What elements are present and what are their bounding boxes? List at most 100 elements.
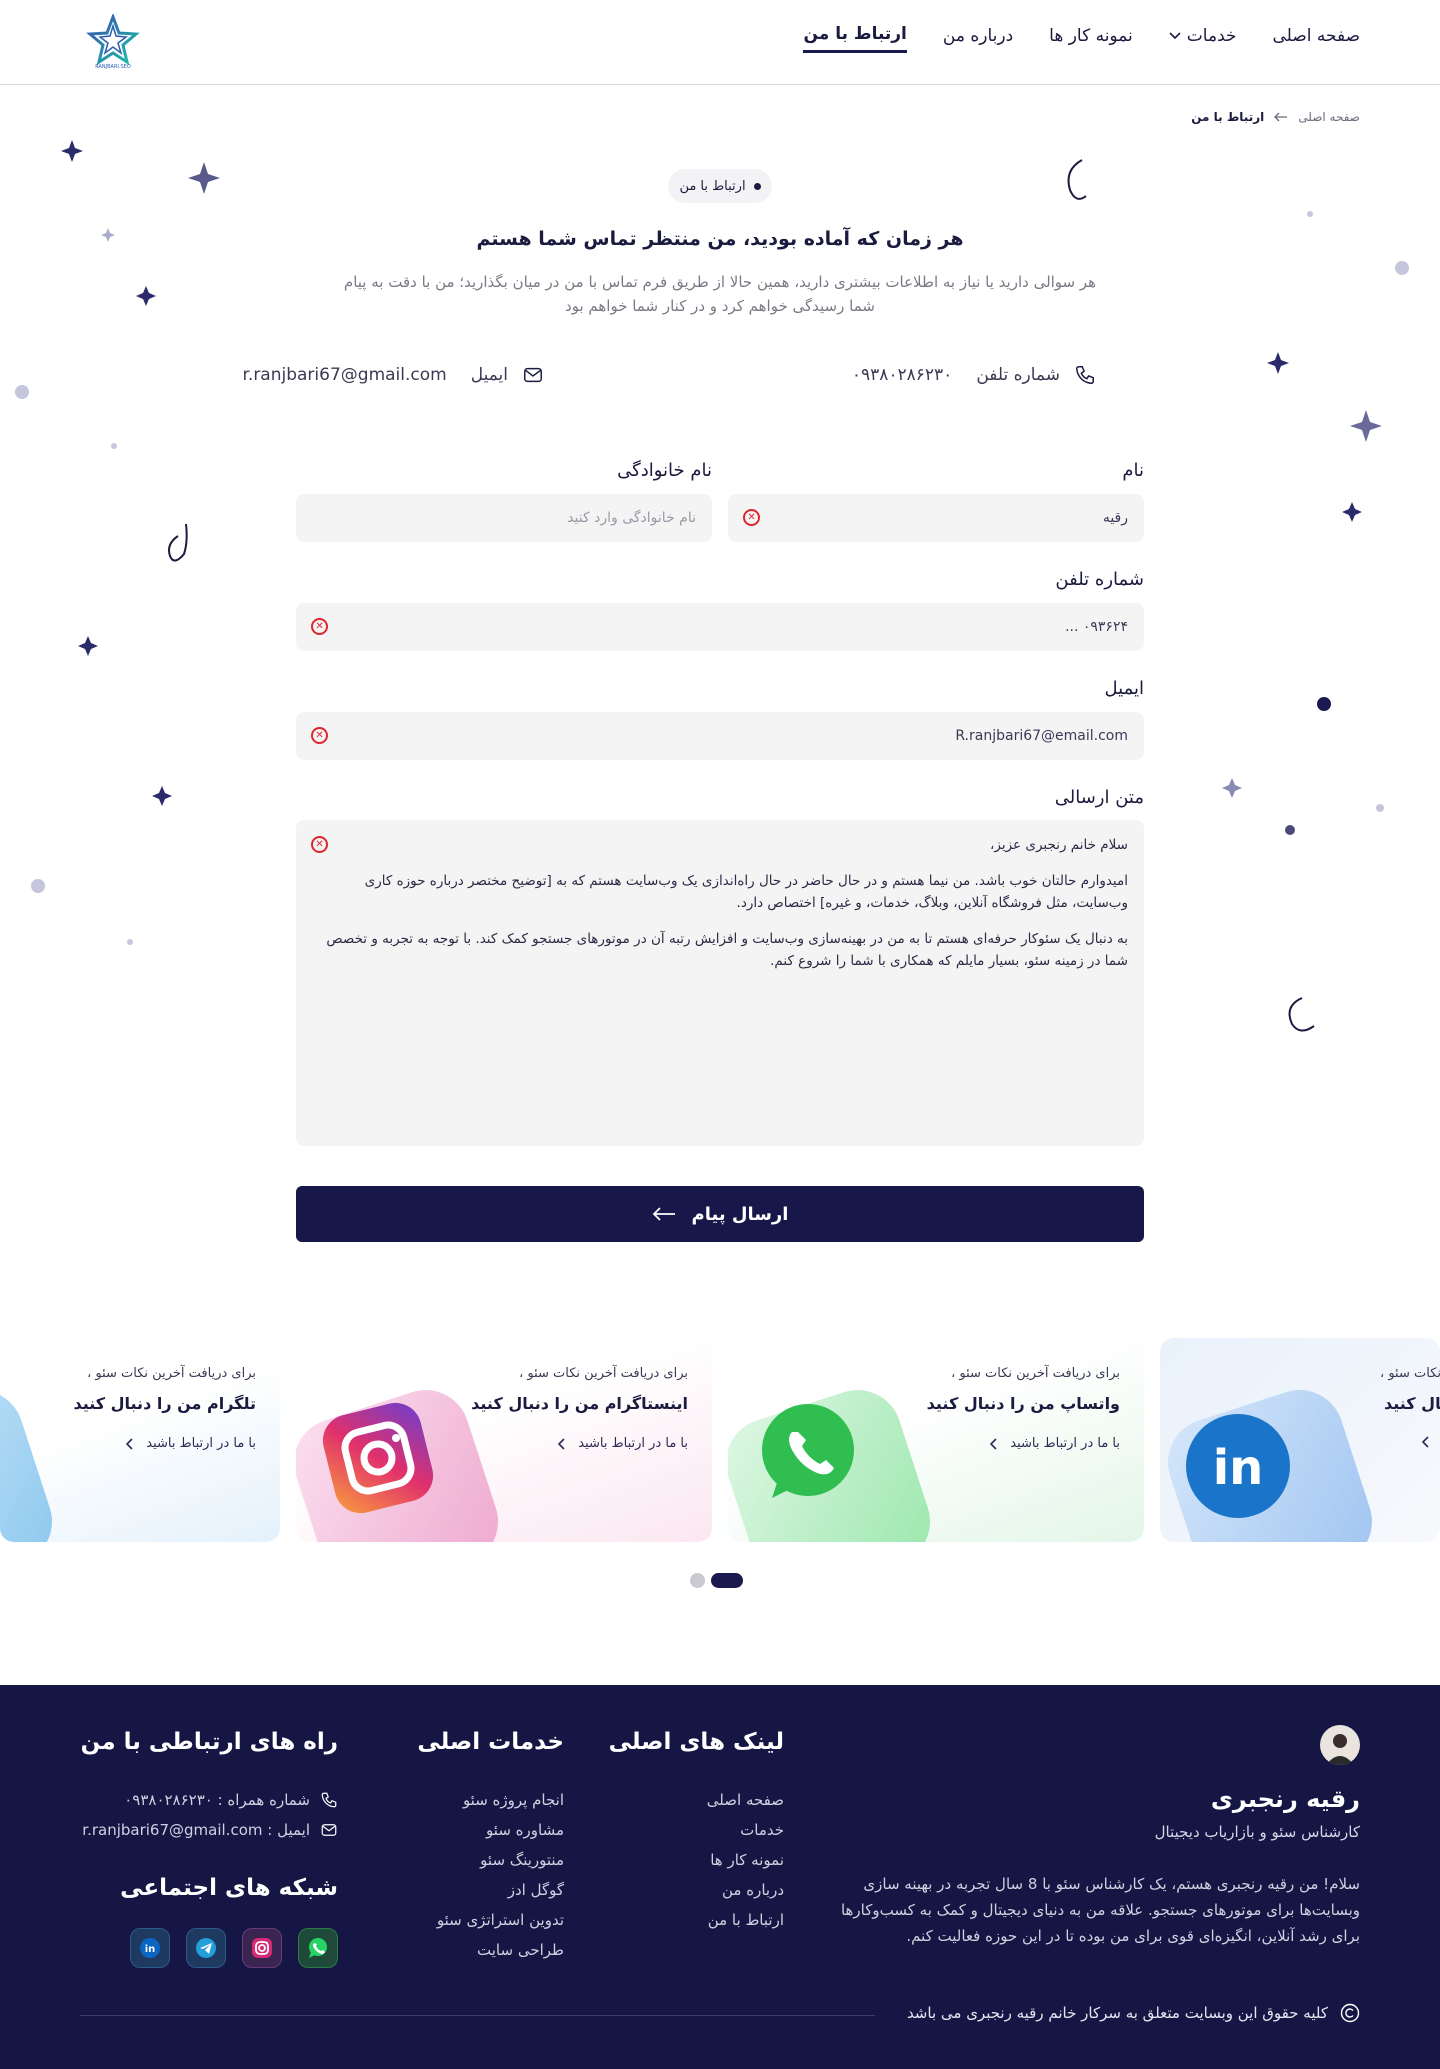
footer-phone-text: شماره همراه : ۰۹۳۸۰۲۸۶۲۳۰ [124,1791,310,1809]
footer-linkedin-button[interactable]: in [130,1928,170,1968]
first-name-label: نام [1122,460,1144,481]
copyright-icon [1340,2003,1360,2023]
card-small-text: برای دریافت آخرین نکات سئو ، [87,1366,256,1381]
instagram-icon [252,1938,272,1958]
phone-icon [1076,366,1094,384]
card-link-label: با ما در ارتباط باشید [146,1436,256,1451]
card-title: اینستاگرام من را دنبال کنید [471,1394,688,1413]
contact-email[interactable]: ایمیل r.ranjbari67@gmail.com [242,364,544,386]
section-pill: ارتباط با من [668,169,772,203]
social-card-linkedin[interactable]: in برای دریافت آخرین نکات سئو ، لینکدین … [1160,1338,1440,1542]
site-header: صفحه اصلی خدمات نمونه کار ها درباره من ا… [0,0,1440,85]
message-textarea[interactable]: سلام خانم رنجبری عزیز، امیدوارم حالتان خ… [296,820,1144,1146]
site-footer: رقیه رنجبری کارشناس سئو و بازاریاب دیجیت… [0,1685,1440,2069]
arrow-left-icon [652,1207,675,1221]
contact-email-label: ایمیل [470,365,508,385]
nav-about[interactable]: درباره من [943,26,1013,52]
message-label: متن ارسالی [1054,787,1144,808]
footer-link[interactable]: خدمات [740,1821,784,1839]
site-logo[interactable]: RANJBARI.SEO [86,12,140,70]
whatsapp-icon [309,1938,327,1958]
contact-phone[interactable]: شماره تلفن ۰۹۳۸۰۲۸۶۲۳۰ [852,364,1096,386]
page-title: هر زمان که آماده بودید، من منتظر تماس شم… [476,228,964,250]
instagram-icon [322,1402,434,1514]
last-name-input[interactable]: نام خانوادگی وارد کنید [296,494,712,542]
card-link[interactable]: با ما در ارتباط باشید [990,1436,1120,1451]
footer-bio: سلام! من رقیه رنجبری هستم، یک کارشناس سئ… [840,1875,1360,1945]
footer-email-text: ایمیل : r.ranjbari67@gmail.com [82,1821,310,1839]
footer-link[interactable]: صفحه اصلی [707,1791,784,1809]
social-card-telegram[interactable]: برای دریافت آخرین نکات سئو ، تلگرام من ر… [0,1338,280,1542]
chevron-left-icon [126,1437,133,1450]
pill-dot [753,182,761,190]
footer-service-link[interactable]: تدوین استراتژی سئو [437,1911,564,1929]
contact-email-value: r.ranjbari67@gmail.com [242,365,447,385]
carousel-dot-active[interactable] [711,1573,743,1588]
nav-portfolio[interactable]: نمونه کار ها [1049,26,1133,52]
footer-link[interactable]: ارتباط با من [708,1911,784,1929]
send-button[interactable]: ارسال پیام [296,1186,1144,1242]
nav-services[interactable]: خدمات [1169,26,1237,52]
error-icon: ✕ [743,509,760,526]
footer-service-link[interactable]: انجام پروژه سئو [463,1791,564,1809]
carousel-dots [690,1573,743,1588]
mail-icon [524,367,542,383]
footer-service-link[interactable]: مشاوره سئو [486,1821,564,1839]
email-label: ایمیل [1104,678,1144,699]
svg-text:in: in [145,1944,156,1955]
nav-contact-label: ارتباط با من [803,24,907,44]
email-input[interactable]: R.ranjbari67@email.com [296,712,1144,760]
footer-service-link[interactable]: منتورینگ سئو [480,1851,564,1869]
mail-icon [321,1824,337,1836]
phone-input[interactable]: ۰۹۳۶۲۴ ... [296,603,1144,651]
footer-telegram-button[interactable] [186,1928,226,1968]
chevron-down-icon [1169,31,1181,39]
nav-portfolio-label: نمونه کار ها [1049,25,1133,46]
card-link-label: با ما در ارتباط باشید [578,1436,688,1451]
star-logo-icon: RANJBARI.SEO [86,12,140,70]
page-subtitle: هر سوالی دارید یا نیاز به اطلاعات بیشتری… [343,273,1097,315]
card-small-text: برای دریافت آخرین نکات سئو ، [1380,1366,1440,1381]
footer-service-link[interactable]: گوگل ادز [508,1881,564,1899]
svg-text:in: in [1213,1440,1264,1496]
card-small-text: برای دریافت آخرین نکات سئو ، [951,1366,1120,1381]
first-name-input[interactable]: رقیه [728,494,1144,542]
nav-home[interactable]: صفحه اصلی [1273,26,1360,52]
footer-social-title: شبکه های اجتماعی [120,1875,338,1901]
error-icon: ✕ [311,727,328,744]
card-link[interactable]: با ما در ارتباط باشید [558,1436,688,1451]
footer-service-link[interactable]: طراحی سایت [477,1941,564,1959]
contact-phone-label: شماره تلفن [976,365,1060,385]
nav-about-label: درباره من [942,25,1014,46]
footer-name: رقیه رنجبری [1210,1785,1360,1813]
whatsapp-icon [762,1404,854,1498]
card-title: لینکدین من را دنبال کنید [1384,1394,1440,1413]
card-link[interactable]: با ما در ارتباط باشید [126,1436,256,1451]
footer-divider [80,2015,875,2016]
contact-phone-value: ۰۹۳۸۰۲۸۶۲۳۰ [851,365,953,385]
footer-contact-title: راه های ارتباطی با من [80,1729,338,1755]
footer-phone[interactable]: شماره همراه : ۰۹۳۸۰۲۸۶۲۳۰ [124,1791,338,1809]
social-card-instagram[interactable]: برای دریافت آخرین نکات سئو ، اینستاگرام … [296,1338,712,1542]
message-paragraph: سلام خانم رنجبری عزیز، [990,837,1128,853]
nav-contact[interactable]: ارتباط با من [803,24,907,53]
avatar [1320,1725,1360,1765]
error-icon: ✕ [311,836,328,853]
chevron-left-icon [1422,1436,1429,1448]
footer-email[interactable]: ایمیل : r.ranjbari67@gmail.com [82,1821,338,1839]
carousel-dot[interactable] [690,1573,705,1588]
footer-link[interactable]: درباره من [722,1881,784,1899]
footer-link[interactable]: نمونه کار ها [710,1851,784,1869]
footer-copyright: کلیه حقوق این وبسایت متعلق به سرکار خانم… [907,2003,1360,2023]
social-card-whatsapp[interactable]: برای دریافت آخرین نکات سئو ، واتساپ من ر… [728,1338,1144,1542]
footer-whatsapp-button[interactable] [298,1928,338,1968]
first-name-value: رقیه [1102,510,1128,526]
phone-label: شماره تلفن [1055,569,1144,590]
phone-value: ۰۹۳۶۲۴ ... [1065,619,1128,635]
phone-icon [321,1792,337,1808]
nav-services-label: خدمات [1186,25,1237,46]
footer-instagram-button[interactable] [242,1928,282,1968]
logo-text: RANJBARI.SEO [95,64,131,70]
footer-role: کارشناس سئو و بازاریاب دیجیتال [1154,1823,1360,1841]
card-link[interactable] [1422,1436,1430,1448]
